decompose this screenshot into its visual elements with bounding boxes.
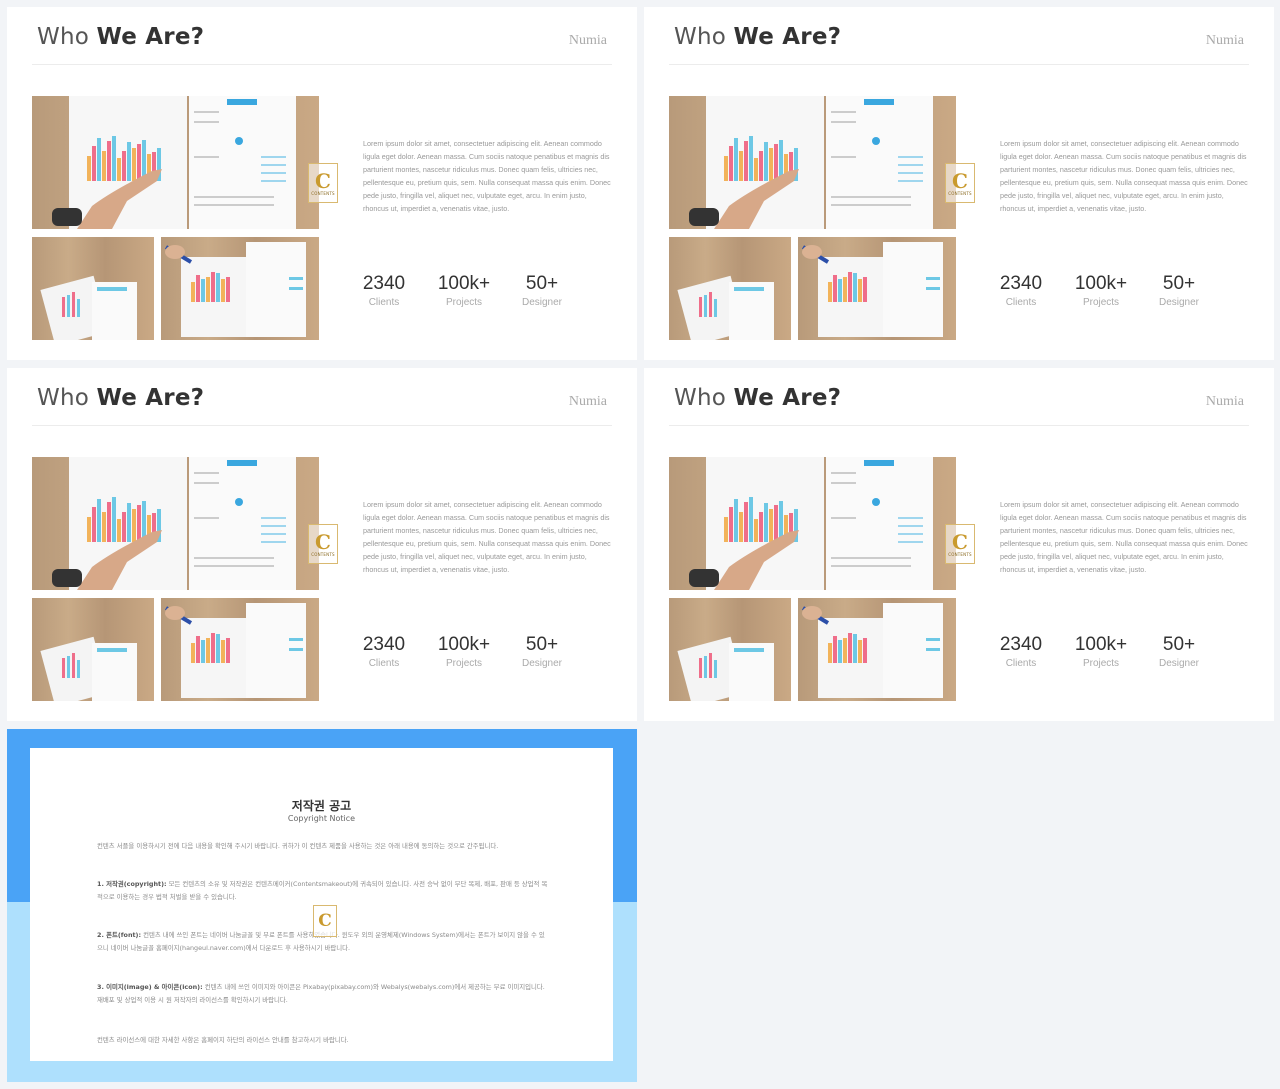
photo-chart-documents: [32, 457, 319, 590]
notice-subtitle: Copyright Notice: [287, 814, 356, 823]
divider: [669, 64, 1249, 65]
notice-paragraph-license: 컨텐츠 라이선스에 대한 자세한 사항은 홈페이지 하단의 라이선스 안내를 참…: [97, 1036, 349, 1044]
slide-who-we-are[interactable]: Who We Are? Numia C CONTENTS Lorem ipsum…: [7, 368, 637, 721]
stat-clients: 2340 Clients: [999, 634, 1043, 669]
stat-clients: 2340 Clients: [999, 273, 1043, 308]
stat-projects: 100k+ Projects: [1074, 273, 1128, 308]
slide-title: Who We Are?: [37, 385, 205, 411]
photo-pen-chart: [798, 598, 956, 701]
body-text: Lorem ipsum dolor sit amet, consectetuer…: [363, 139, 611, 213]
notice-paragraph-image: 3. 이미지(image) & 아이콘(icon): 컨텐츠 내에 쓰인 이미지…: [97, 983, 545, 1004]
body-text: Lorem ipsum dolor sit amet, consectetuer…: [363, 500, 611, 574]
contents-watermark: C CONTENTS: [945, 524, 975, 564]
photo-pen-chart: [161, 598, 319, 701]
stat-clients: 2340 Clients: [362, 634, 406, 669]
stat-projects: 100k+ Projects: [437, 273, 491, 308]
stat-projects: 100k+ Projects: [437, 634, 491, 669]
notice-paragraph: 컨텐츠 서플을 이용하시기 전에 다음 내용을 확인해 주시기 바랍니다. 귀하…: [97, 842, 499, 850]
slide-title: Who We Are?: [674, 24, 842, 50]
stat-designer: 50+ Designer: [521, 273, 563, 308]
slide-who-we-are[interactable]: Who We Are? Numia C CONTENTS Lorem ipsum…: [7, 7, 637, 360]
brand-name: Numia: [568, 394, 607, 409]
body-text: Lorem ipsum dolor sit amet, consectetuer…: [1000, 139, 1248, 213]
divider: [32, 425, 612, 426]
slide-title: Who We Are?: [37, 24, 205, 50]
photo-documents-wood: [32, 598, 154, 701]
body-text: Lorem ipsum dolor sit amet, consectetuer…: [1000, 500, 1248, 574]
photo-pen-chart: [798, 237, 956, 340]
photo-pen-chart: [161, 237, 319, 340]
notice-title: 저작권 공고: [291, 799, 352, 813]
photo-documents-wood: [669, 598, 791, 701]
photo-chart-documents: [669, 457, 956, 590]
notice-card: 저작권 공고 Copyright Notice 컨텐츠 서플을 이용하시기 전에…: [30, 748, 613, 1061]
contents-watermark: C CONTENTS: [308, 163, 338, 203]
brand-name: Numia: [568, 33, 607, 48]
contents-watermark: C CONTENTS: [945, 163, 975, 203]
divider: [32, 64, 612, 65]
brand-name: Numia: [1205, 33, 1244, 48]
stat-designer: 50+ Designer: [521, 634, 563, 669]
divider: [669, 425, 1249, 426]
stat-designer: 50+ Designer: [1158, 634, 1200, 669]
notice-paragraph-copyright: 1. 저작권(copyright): 모든 컨텐츠의 소유 및 저작권은 컨텐츠…: [97, 880, 548, 901]
photo-documents-wood: [32, 237, 154, 340]
slide-who-we-are[interactable]: Who We Are? Numia C CONTENTS Lorem ipsum…: [644, 7, 1274, 360]
photo-chart-documents: [669, 96, 956, 229]
slide-title: Who We Are?: [674, 385, 842, 411]
brand-name: Numia: [1205, 394, 1244, 409]
stat-projects: 100k+ Projects: [1074, 634, 1128, 669]
contents-watermark: C CONTENTS: [308, 524, 338, 564]
stat-designer: 50+ Designer: [1158, 273, 1200, 308]
slide-copyright-notice[interactable]: 저작권 공고 Copyright Notice 컨텐츠 서플을 이용하시기 전에…: [7, 729, 637, 1082]
stat-clients: 2340 Clients: [362, 273, 406, 308]
contents-watermark: C: [313, 905, 337, 937]
photo-documents-wood: [669, 237, 791, 340]
slide-who-we-are[interactable]: Who We Are? Numia C CONTENTS Lorem ipsum…: [644, 368, 1274, 721]
photo-chart-documents: [32, 96, 319, 229]
